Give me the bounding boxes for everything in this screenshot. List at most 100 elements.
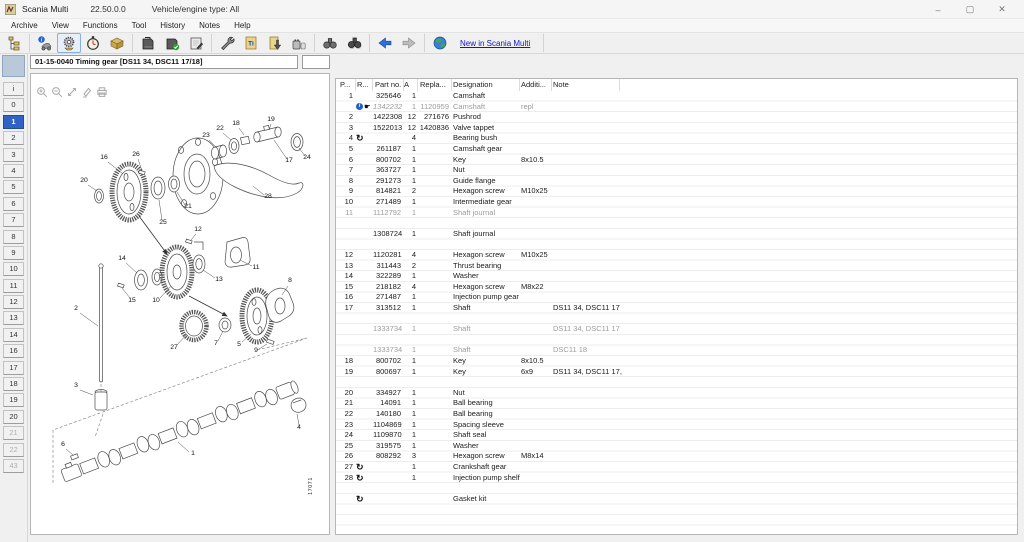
table-row[interactable] bbox=[336, 314, 1017, 325]
table-row[interactable]: 162714871Injection pump gear bbox=[336, 292, 1017, 303]
sidebar-tab-5[interactable]: 5 bbox=[3, 180, 24, 194]
sidebar-tab-1[interactable]: 1 bbox=[3, 115, 24, 129]
menu-help[interactable]: Help bbox=[227, 21, 257, 30]
callout-6[interactable]: 6 bbox=[61, 441, 65, 448]
table-row[interactable]: 13087241Shaft journal bbox=[336, 229, 1017, 240]
column-header[interactable]: R... bbox=[357, 79, 369, 91]
spare-parts-icon[interactable] bbox=[57, 33, 81, 53]
sidebar-tab-9[interactable]: 9 bbox=[3, 246, 24, 260]
menu-view[interactable]: View bbox=[45, 21, 76, 30]
callout-11[interactable]: 11 bbox=[252, 264, 259, 271]
table-row[interactable]: 13337341ShaftDSC11 18 bbox=[336, 345, 1017, 356]
table-row[interactable]: 52611871Camshaft gear bbox=[336, 144, 1017, 155]
sidebar-tab-20[interactable]: 20 bbox=[3, 410, 24, 424]
table-row[interactable]: 173135121ShaftDS11 34, DSC11 17 bbox=[336, 303, 1017, 314]
callout-26[interactable]: 26 bbox=[132, 151, 140, 158]
table-row[interactable]: i☛134223211120959Camshaftrepl bbox=[336, 102, 1017, 113]
navigation-tree-icon[interactable] bbox=[2, 33, 26, 53]
callout-14[interactable]: 14 bbox=[118, 255, 126, 262]
sidebar-tab-i[interactable]: i bbox=[3, 82, 24, 96]
table-row[interactable]: 2142230812271676Pushrod bbox=[336, 112, 1017, 123]
highlight-icon[interactable] bbox=[81, 85, 93, 97]
callout-1[interactable]: 1 bbox=[191, 450, 195, 457]
print-icon[interactable] bbox=[96, 85, 108, 97]
close-button[interactable]: ✕ bbox=[986, 0, 1018, 19]
sidebar-tab-16[interactable]: 16 bbox=[3, 344, 24, 358]
sidebar-tab-11[interactable]: 11 bbox=[3, 279, 24, 293]
table-row[interactable]: 221401801Ball bearing bbox=[336, 409, 1017, 420]
book-check-icon[interactable] bbox=[160, 33, 184, 53]
menu-notes[interactable]: Notes bbox=[192, 21, 227, 30]
table-row[interactable] bbox=[336, 377, 1017, 388]
table-row[interactable] bbox=[336, 239, 1017, 250]
column-header[interactable]: P... bbox=[340, 79, 350, 91]
globe-icon[interactable] bbox=[428, 33, 452, 53]
menu-history[interactable]: History bbox=[153, 21, 192, 30]
maximize-button[interactable]: ▢ bbox=[954, 0, 986, 19]
callout-20[interactable]: 20 bbox=[80, 177, 88, 184]
new-in-scania-multi-link[interactable]: New in Scania Multi bbox=[460, 39, 530, 48]
callout-21[interactable]: 21 bbox=[184, 203, 192, 210]
table-row[interactable]: 2411098701Shaft seal bbox=[336, 430, 1017, 441]
callout-3[interactable]: 3 bbox=[74, 382, 78, 389]
battery-icon[interactable] bbox=[287, 33, 311, 53]
callout-17[interactable]: 17 bbox=[285, 157, 293, 164]
binoculars-find-icon[interactable] bbox=[342, 33, 366, 53]
table-row[interactable]: 4↻4Bearing bush bbox=[336, 133, 1017, 144]
sidebar-tab-8[interactable]: 8 bbox=[3, 230, 24, 244]
callout-27[interactable]: 27 bbox=[170, 344, 178, 351]
callout-24[interactable]: 24 bbox=[303, 154, 311, 161]
binoculars-icon[interactable] bbox=[318, 33, 342, 53]
sidebar-tab-18[interactable]: 18 bbox=[3, 377, 24, 391]
callout-22[interactable]: 22 bbox=[216, 125, 224, 132]
callout-28[interactable]: 28 bbox=[264, 193, 272, 200]
callout-18[interactable]: 18 bbox=[232, 120, 240, 127]
menu-archive[interactable]: Archive bbox=[4, 21, 45, 30]
fit-view-icon[interactable] bbox=[66, 85, 78, 97]
table-row[interactable]: 203349271Nut bbox=[336, 388, 1017, 399]
callout-7[interactable]: 7 bbox=[214, 340, 218, 347]
callout-2[interactable]: 2 bbox=[74, 305, 78, 312]
notepad-icon[interactable] bbox=[184, 33, 208, 53]
table-row[interactable]: 268082923Hexagon screwM8x14 bbox=[336, 451, 1017, 462]
sidebar-tab-0[interactable]: 0 bbox=[3, 98, 24, 112]
zoom-out-icon[interactable] bbox=[51, 85, 63, 97]
callout-8[interactable]: 8 bbox=[288, 277, 292, 284]
column-header[interactable]: Part no. bbox=[375, 79, 401, 91]
forward-arrow-icon[interactable] bbox=[397, 33, 421, 53]
callout-5[interactable]: 5 bbox=[237, 341, 241, 348]
table-row[interactable]: 133114432Thrust bearing bbox=[336, 261, 1017, 272]
back-arrow-icon[interactable] bbox=[373, 33, 397, 53]
table-row[interactable]: 198006971Key6x9DS11 34, DSC11 17, bbox=[336, 367, 1017, 378]
sidebar-group-box[interactable] bbox=[2, 55, 25, 77]
table-row[interactable]: ↻Gasket kit bbox=[336, 494, 1017, 505]
column-header[interactable]: Repla... bbox=[420, 79, 446, 91]
sidebar-tab-14[interactable]: 14 bbox=[3, 328, 24, 342]
menu-functions[interactable]: Functions bbox=[76, 21, 125, 30]
callout-25[interactable]: 25 bbox=[159, 219, 167, 226]
sidebar-tab-3[interactable]: 3 bbox=[3, 148, 24, 162]
export-document-icon[interactable] bbox=[263, 33, 287, 53]
zoom-in-icon[interactable] bbox=[36, 85, 48, 97]
table-row[interactable]: 28↻1Injection pump shelf bbox=[336, 473, 1017, 484]
sidebar-tab-13[interactable]: 13 bbox=[3, 311, 24, 325]
table-row[interactable]: 73637271Nut bbox=[336, 165, 1017, 176]
sidebar-tab-12[interactable]: 12 bbox=[3, 295, 24, 309]
callout-9[interactable]: 9 bbox=[254, 347, 258, 354]
table-row[interactable]: 13256461Camshaft bbox=[336, 91, 1017, 102]
callout-13[interactable]: 13 bbox=[215, 276, 223, 283]
tools-wrench-icon[interactable] bbox=[215, 33, 239, 53]
parts-info-icon[interactable]: i bbox=[33, 33, 57, 53]
table-row[interactable]: 1211202814Hexagon screwM10x25 bbox=[336, 250, 1017, 261]
sidebar-tab-4[interactable]: 4 bbox=[3, 164, 24, 178]
sidebar-tab-19[interactable]: 19 bbox=[3, 393, 24, 407]
callout-4[interactable]: 4 bbox=[297, 424, 301, 431]
sidebar-tab-10[interactable]: 10 bbox=[3, 262, 24, 276]
minimize-button[interactable]: – bbox=[922, 0, 954, 19]
callout-15[interactable]: 15 bbox=[128, 297, 136, 304]
table-row[interactable] bbox=[336, 335, 1017, 346]
callout-16[interactable]: 16 bbox=[100, 154, 108, 161]
table-row[interactable]: 2311048691Spacing sleeve bbox=[336, 420, 1017, 431]
table-row[interactable]: 98148212Hexagon screwM10x25 bbox=[336, 186, 1017, 197]
table-row[interactable]: 68007021Key8x10.5 bbox=[336, 155, 1017, 166]
